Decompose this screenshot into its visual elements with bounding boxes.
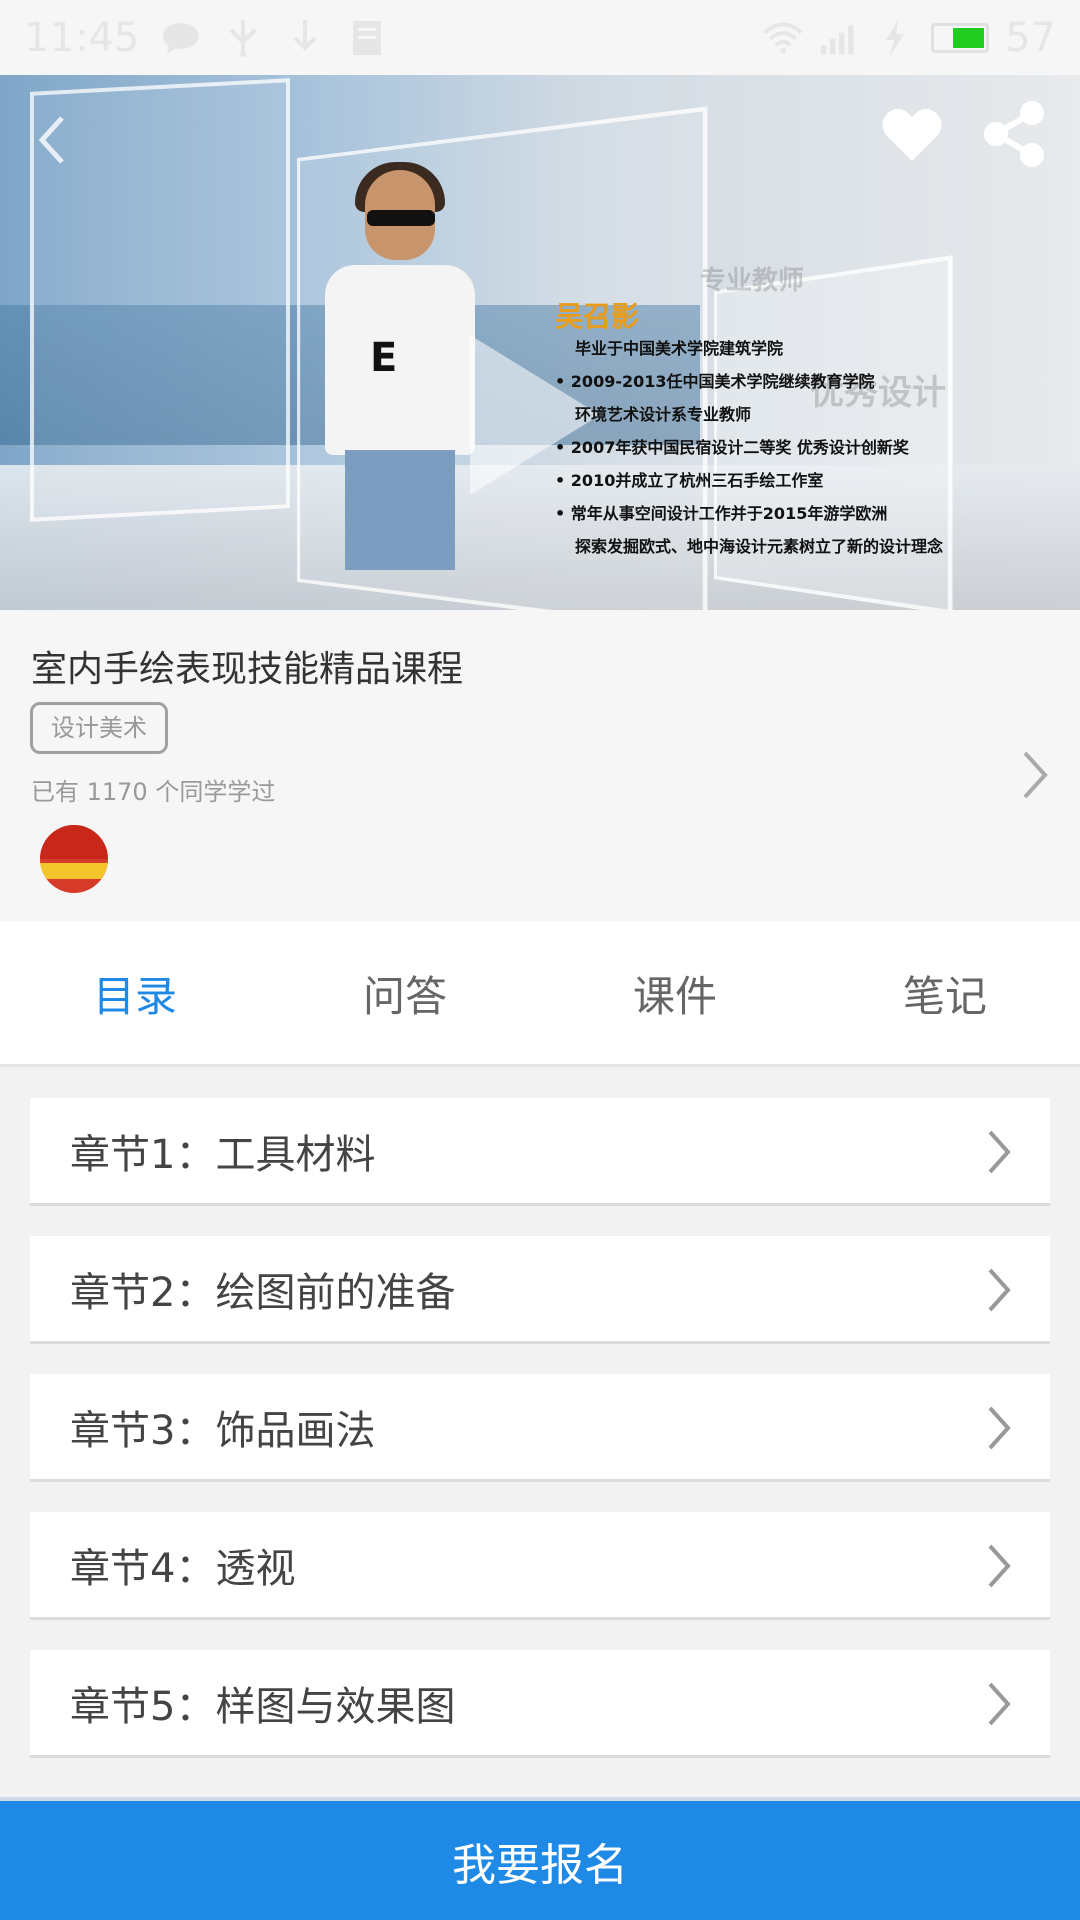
battery-level: 57 (1005, 14, 1056, 61)
teacher-name: 吴召影 (555, 300, 640, 333)
chapter-label: 章节1：工具材料 (70, 1131, 376, 1178)
signal-icon (819, 18, 859, 58)
tab-notes[interactable]: 笔记 (810, 922, 1080, 1064)
back-icon[interactable] (32, 110, 72, 170)
list-item[interactable]: 章节1：工具材料 (30, 1098, 1050, 1206)
document-icon (347, 18, 387, 58)
teacher-photo: E (305, 162, 485, 590)
list-item[interactable]: 章节5：样图与效果图 (30, 1650, 1050, 1758)
status-time: 11:45 (24, 14, 140, 61)
heart-icon[interactable] (880, 103, 944, 167)
share-icon[interactable] (980, 99, 1048, 169)
learner-count: 已有 1170 个同学学过 (31, 778, 276, 806)
list-item[interactable]: 章节3：饰品画法 (30, 1374, 1050, 1482)
chapter-label: 章节3：饰品画法 (70, 1407, 376, 1454)
bio-line: 探索发掘欧式、地中海设计元素树立了新的设计理念 (575, 537, 944, 556)
avatar[interactable] (40, 825, 108, 893)
bio-line: • 2010并成立了杭州三石手绘工作室 (555, 471, 824, 490)
teacher-bio: 吴召影 毕业于中国美术学院建筑学院 • 2009-2013任中国美术学院继续教育… (555, 300, 1075, 563)
list-item[interactable]: 章节2：绘图前的准备 (30, 1236, 1050, 1344)
usb-icon (223, 18, 263, 58)
bio-line: 环境艺术设计系专业教师 (575, 405, 752, 424)
charging-icon (875, 18, 915, 58)
chevron-right-icon (984, 1124, 1014, 1180)
download-icon (285, 18, 325, 58)
tab-bar: 目录 问答 课件 笔记 (0, 922, 1080, 1067)
bio-line: 毕业于中国美术学院建筑学院 (575, 339, 784, 358)
chapter-label: 章节4：透视 (70, 1545, 296, 1592)
bio-line: • 2007年获中国民宿设计二等奖 优秀设计创新奖 (555, 438, 909, 457)
course-info[interactable]: 室内手绘表现技能精品课程 设计美术 已有 1170 个同学学过 (0, 610, 1080, 922)
hero-watermark: 专业教师 (700, 266, 805, 296)
category-tag: 设计美术 (30, 702, 168, 754)
battery-icon (931, 22, 990, 53)
tab-catalog[interactable]: 目录 (0, 922, 270, 1064)
chevron-right-icon[interactable] (1015, 745, 1055, 805)
course-video-banner[interactable]: 专业教师 优秀设计 E 吴召影 毕业于中国美术学院建筑学院 • 2009-201… (0, 75, 1080, 610)
chapter-label: 章节5：样图与效果图 (70, 1683, 456, 1730)
chapter-label: 章节2：绘图前的准备 (70, 1269, 456, 1316)
chevron-right-icon (984, 1676, 1014, 1732)
tab-qa[interactable]: 问答 (270, 922, 540, 1064)
chevron-right-icon (984, 1262, 1014, 1318)
wifi-icon (763, 18, 803, 58)
chat-icon (161, 18, 201, 58)
list-item[interactable]: 章节4：透视 (30, 1512, 1050, 1620)
course-title: 室内手绘表现技能精品课程 (31, 649, 464, 690)
bio-line: • 2009-2013任中国美术学院继续教育学院 (555, 372, 875, 391)
status-bar: 11:45 57 (0, 0, 1080, 75)
chapter-list: 章节1：工具材料 章节2：绘图前的准备 章节3：饰品画法 章节4：透视 章节5：… (30, 1098, 1050, 1788)
bio-line: • 常年从事空间设计工作并于2015年游学欧洲 (555, 504, 888, 523)
chevron-right-icon (984, 1400, 1014, 1456)
chevron-right-icon (984, 1538, 1014, 1594)
enroll-button[interactable]: 我要报名 (0, 1797, 1080, 1920)
tab-courseware[interactable]: 课件 (540, 922, 810, 1064)
